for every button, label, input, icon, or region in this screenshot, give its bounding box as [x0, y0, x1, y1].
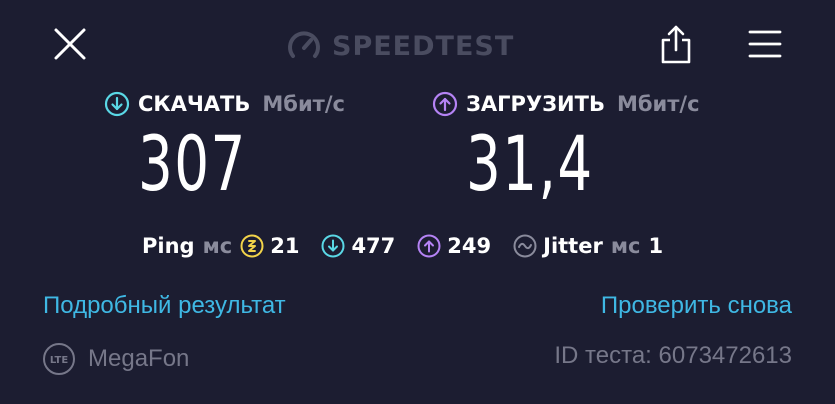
ping-upload-value: 249: [447, 234, 492, 258]
share-button[interactable]: [655, 22, 697, 66]
menu-button[interactable]: [744, 24, 786, 64]
logo-text: SPEEDTEST: [332, 30, 515, 62]
ping-unit: мс: [202, 234, 233, 258]
ping-idle-value: 21: [270, 234, 300, 258]
test-again-link[interactable]: Проверить снова: [601, 292, 792, 320]
download-label: СКАЧАТЬ: [138, 92, 251, 116]
test-id: ID теста: 6073472613: [554, 342, 792, 369]
download-speed-value: 307: [138, 119, 247, 208]
ping-row: Ping мс 21 477 249 Jitter мс 1: [142, 230, 663, 262]
speedtest-logo: SPEEDTEST: [286, 26, 514, 66]
lte-network-icon: LTE: [43, 343, 75, 375]
speedometer-icon: [288, 31, 320, 58]
jitter-icon: [513, 234, 537, 258]
detailed-result-link[interactable]: Подробный результат: [43, 292, 286, 320]
upload-speed-value: 31,4: [466, 119, 594, 208]
ping-download-value: 477: [351, 234, 396, 258]
idle-ping-icon: [240, 234, 264, 258]
download-arrow-icon: [104, 91, 130, 117]
jitter-unit: мс: [610, 234, 641, 258]
menu-icon: [748, 30, 782, 58]
jitter-value: 1: [648, 234, 664, 258]
upload-header: ЗАГРУЗИТЬ Мбит/с: [432, 88, 700, 120]
close-icon: [54, 28, 86, 60]
close-button[interactable]: [50, 24, 90, 64]
upload-ping-icon: [417, 234, 441, 258]
upload-unit: Мбит/с: [616, 92, 700, 116]
download-unit: Мбит/с: [262, 92, 345, 116]
ping-label: Ping: [142, 234, 195, 258]
upload-label: ЗАГРУЗИТЬ: [466, 92, 605, 116]
share-icon: [661, 25, 691, 64]
upload-arrow-icon: [432, 91, 458, 117]
provider-info: LTE MegaFon: [42, 340, 189, 378]
jitter-label: Jitter: [543, 234, 603, 258]
download-header: СКАЧАТЬ Мбит/с: [104, 88, 345, 120]
provider-name: MegaFon: [88, 345, 190, 372]
download-ping-icon: [321, 234, 345, 258]
network-badge: LTE: [50, 355, 69, 366]
